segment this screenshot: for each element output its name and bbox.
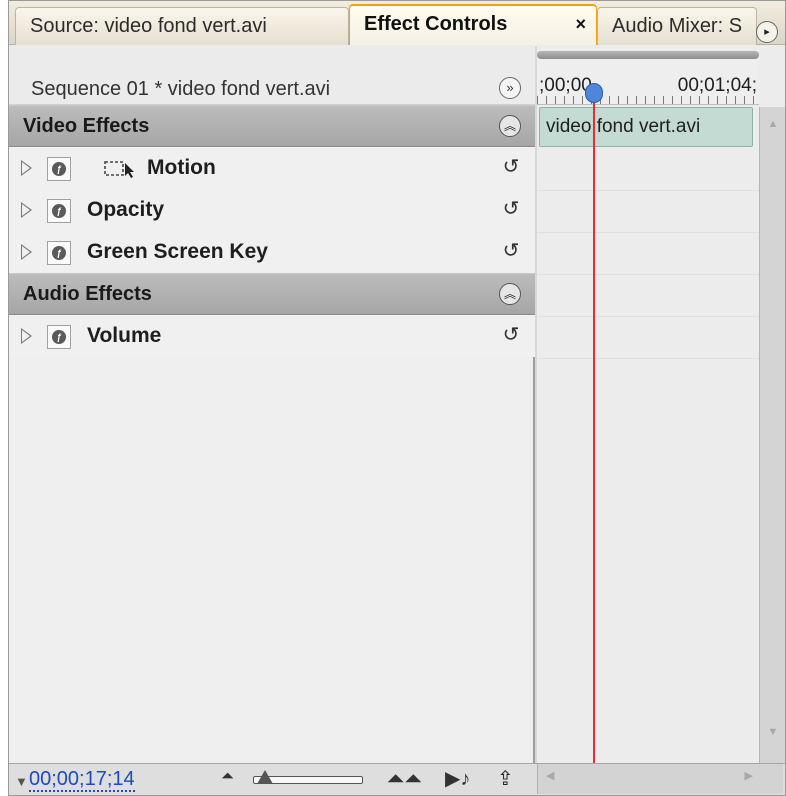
fx-toggle-volume[interactable]: ƒ [47, 325, 71, 349]
effect-row-opacity[interactable]: ƒ Opacity ↺ [9, 189, 535, 231]
effect-name-volume: Volume [87, 324, 162, 347]
scroll-down-icon[interactable]: ▼ [764, 723, 782, 741]
ruler-end-timecode: 00;01;04; [677, 75, 757, 96]
fx-badge-icon: ƒ [52, 162, 66, 176]
sequence-label: Sequence 01 * video fond vert.avi [31, 78, 331, 100]
effect-name-green-screen-key: Green Screen Key [87, 240, 268, 263]
playhead-line[interactable] [593, 91, 595, 763]
time-ruler[interactable]: ;00;00 00;01;04; [537, 59, 759, 105]
expand-opacity-icon[interactable] [21, 202, 32, 218]
vertical-scrollbar[interactable]: ▲ ▼ [759, 107, 785, 763]
timecode-menu-icon[interactable]: ▼ [15, 774, 28, 789]
scroll-left-icon[interactable]: ◀ [546, 769, 554, 782]
expand-motion-icon[interactable] [21, 160, 32, 176]
close-tab-icon[interactable]: × [575, 6, 586, 42]
expand-green-screen-key-icon[interactable] [21, 244, 32, 260]
effect-row-volume[interactable]: ƒ Volume ↺ [9, 315, 535, 357]
show-timeline-button[interactable]: » [499, 77, 521, 99]
scroll-up-icon[interactable]: ▲ [764, 115, 782, 133]
zoom-out-icon[interactable]: ⏶ [221, 768, 234, 786]
reset-motion-icon[interactable]: ↺ [501, 155, 521, 179]
effect-name-motion: Motion [147, 156, 216, 179]
tab-effect-controls-label: Effect Controls [364, 13, 508, 35]
export-frame-icon[interactable]: ⇪ [497, 766, 514, 791]
fx-toggle-motion[interactable]: ƒ [47, 157, 71, 181]
audio-effects-title: Audio Effects [23, 283, 152, 305]
fx-toggle-green-screen-key[interactable]: ƒ [47, 241, 71, 265]
effect-timeline: ;00;00 00;01;04; video fond vert.avi ▲ ▼ [537, 45, 785, 763]
panel-menu-button[interactable]: ▸ [756, 21, 778, 43]
lane-green-screen-key [537, 233, 759, 275]
effect-row-green-screen-key[interactable]: ƒ Green Screen Key ↺ [9, 231, 535, 273]
expand-volume-icon[interactable] [21, 328, 32, 344]
ruler-start-timecode: ;00;00 [539, 75, 592, 96]
effect-row-motion[interactable]: ƒ Motion ↺ [9, 147, 535, 189]
zoom-slider-thumb[interactable] [257, 770, 273, 784]
zoom-in-icon[interactable]: ⏶⏶ [387, 766, 422, 792]
audio-effects-header[interactable]: Audio Effects ︽ [9, 273, 535, 315]
ruler-ticks [537, 96, 759, 104]
reset-green-screen-key-icon[interactable]: ↺ [501, 239, 521, 263]
fx-badge-icon: ƒ [52, 330, 66, 344]
clip-bar[interactable]: video fond vert.avi [539, 107, 753, 147]
tab-audio-mixer[interactable]: Audio Mixer: S [597, 7, 757, 45]
effect-name-opacity: Opacity [87, 198, 165, 221]
tab-audio-mixer-label: Audio Mixer: S [612, 15, 743, 37]
panel-footer: ▼ 00;00;17;14 ⏶ ⏶⏶ ▶♪ ⇪ ◀ ▶ [9, 763, 785, 795]
collapse-audio-effects-icon[interactable]: ︽ [499, 283, 521, 305]
transform-icon[interactable] [103, 158, 139, 180]
fx-badge-icon: ƒ [52, 204, 66, 218]
current-time-display[interactable]: 00;00;17;14 [29, 768, 135, 792]
timeline-zoom-bar[interactable] [537, 51, 759, 59]
effect-controls-panel: Source: video fond vert.avi Effect Contr… [8, 0, 786, 796]
lane-opacity [537, 191, 759, 233]
play-audio-icon[interactable]: ▶♪ [445, 766, 470, 791]
video-effects-header[interactable]: Video Effects ︽ [9, 105, 535, 147]
fx-toggle-opacity[interactable]: ƒ [47, 199, 71, 223]
panel-tab-bar: Source: video fond vert.avi Effect Contr… [9, 1, 785, 46]
fx-badge-icon: ƒ [52, 246, 66, 260]
video-effects-title: Video Effects [23, 115, 150, 137]
sequence-header: Sequence 01 * video fond vert.avi » [9, 45, 535, 105]
horizontal-scrollbar[interactable]: ◀ ▶ [537, 764, 783, 794]
effects-list: Sequence 01 * video fond vert.avi » Vide… [9, 45, 535, 763]
tab-source[interactable]: Source: video fond vert.avi [15, 7, 349, 45]
lane-volume [537, 317, 759, 359]
scroll-right-icon[interactable]: ▶ [745, 769, 753, 782]
lane-motion [537, 149, 759, 191]
reset-opacity-icon[interactable]: ↺ [501, 197, 521, 221]
lane-audio-header [537, 275, 759, 317]
reset-volume-icon[interactable]: ↺ [501, 323, 521, 347]
tab-source-label: Source: video fond vert.avi [30, 15, 267, 37]
collapse-video-effects-icon[interactable]: ︽ [499, 115, 521, 137]
playhead-handle[interactable] [585, 83, 603, 103]
tab-effect-controls[interactable]: Effect Controls × [349, 4, 597, 46]
